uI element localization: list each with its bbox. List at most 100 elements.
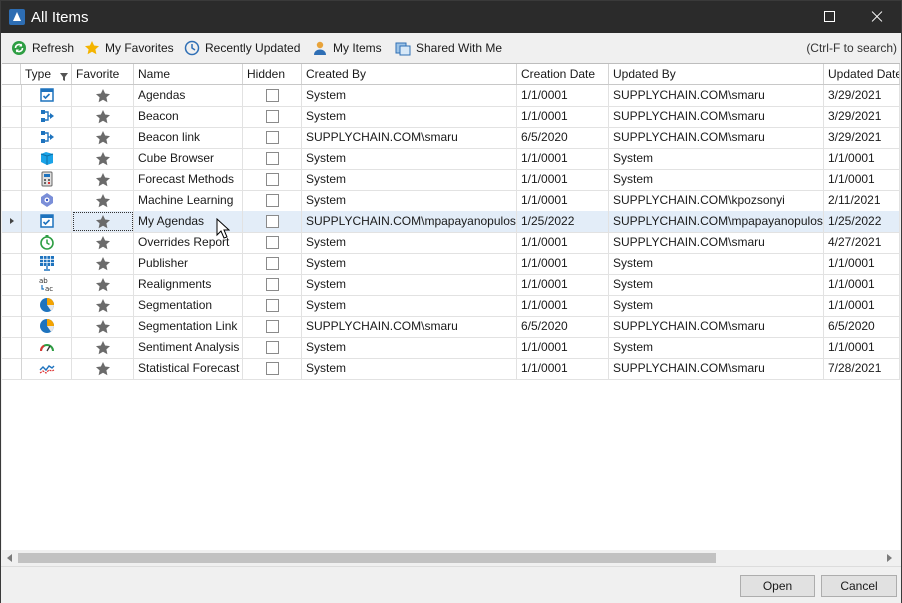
favorite-star-icon[interactable]	[72, 190, 134, 211]
horizontal-scrollbar[interactable]	[2, 550, 900, 565]
type-cell[interactable]	[21, 316, 72, 337]
row-header[interactable]	[2, 190, 22, 211]
creation-date-cell[interactable]: 6/5/2020	[517, 127, 609, 148]
updated-by-cell[interactable]: SUPPLYCHAIN.COM\smaru	[609, 85, 824, 106]
favorite-star-icon[interactable]	[72, 337, 134, 358]
created-by-cell[interactable]: System	[302, 85, 517, 106]
column-header-name[interactable]: Name	[134, 64, 243, 84]
recently-updated-button[interactable]: Recently Updated	[184, 40, 300, 56]
table-row[interactable]: Beacon System 1/1/0001 SUPPLYCHAIN.COM\smar…	[2, 106, 900, 128]
type-cell[interactable]: ab ac	[21, 274, 72, 295]
refresh-button[interactable]: Refresh	[11, 40, 74, 56]
row-header[interactable]	[2, 85, 22, 106]
favorite-star-icon[interactable]	[72, 358, 134, 379]
column-header-hidden[interactable]: Hidden	[243, 64, 302, 84]
hidden-cell[interactable]	[243, 85, 302, 106]
created-by-cell[interactable]: System	[302, 190, 517, 211]
hidden-checkbox[interactable]	[266, 152, 279, 165]
name-cell[interactable]: Sentiment Analysis	[134, 337, 243, 358]
type-cell[interactable]	[21, 211, 72, 232]
creation-date-cell[interactable]: 1/1/0001	[517, 232, 609, 253]
type-cell[interactable]	[21, 295, 72, 316]
type-cell[interactable]	[21, 148, 72, 169]
favorite-star-icon[interactable]	[72, 274, 134, 295]
updated-date-cell[interactable]: 1/1/0001	[824, 253, 900, 274]
favorite-star-icon[interactable]	[72, 85, 134, 106]
updated-by-cell[interactable]: System	[609, 295, 824, 316]
name-cell[interactable]: Beacon	[134, 106, 243, 127]
hidden-cell[interactable]	[243, 211, 302, 232]
hidden-cell[interactable]	[243, 127, 302, 148]
created-by-cell[interactable]: System	[302, 358, 517, 379]
type-cell[interactable]	[21, 127, 72, 148]
column-header-updated-date[interactable]: Updated Date	[824, 64, 900, 84]
scroll-left-icon[interactable]	[7, 554, 12, 562]
favorite-star-icon[interactable]	[72, 295, 134, 316]
column-header-type[interactable]: Type	[21, 64, 72, 84]
name-cell[interactable]: Realignments	[134, 274, 243, 295]
created-by-cell[interactable]: SUPPLYCHAIN.COM\smaru	[302, 127, 517, 148]
hidden-cell[interactable]	[243, 169, 302, 190]
updated-date-cell[interactable]: 1/1/0001	[824, 169, 900, 190]
favorite-star-icon[interactable]	[72, 211, 134, 232]
creation-date-cell[interactable]: 1/1/0001	[517, 253, 609, 274]
row-header[interactable]	[2, 127, 22, 148]
updated-by-cell[interactable]: System	[609, 253, 824, 274]
hidden-checkbox[interactable]	[266, 299, 279, 312]
created-by-cell[interactable]: SUPPLYCHAIN.COM\mpapayanopulos	[302, 211, 517, 232]
name-cell[interactable]: Publisher	[134, 253, 243, 274]
row-header[interactable]	[2, 169, 22, 190]
table-row[interactable]: My Agendas SUPPLYCHAIN.COM\mpapayanopulos…	[2, 211, 900, 233]
table-row[interactable]: Overrides Report System 1/1/0001 SUPPLYCHAI…	[2, 232, 900, 254]
table-row[interactable]: Publisher System 1/1/0001 System 1/1/0001	[2, 253, 900, 275]
hidden-checkbox[interactable]	[266, 110, 279, 123]
row-header[interactable]	[2, 337, 22, 358]
creation-date-cell[interactable]: 1/1/0001	[517, 169, 609, 190]
updated-date-cell[interactable]: 1/1/0001	[824, 337, 900, 358]
type-cell[interactable]	[21, 337, 72, 358]
hidden-cell[interactable]	[243, 358, 302, 379]
cancel-button[interactable]: Cancel	[821, 575, 897, 597]
updated-date-cell[interactable]: 3/29/2021	[824, 127, 900, 148]
hidden-cell[interactable]	[243, 190, 302, 211]
creation-date-cell[interactable]: 6/5/2020	[517, 316, 609, 337]
table-row[interactable]: Agendas System 1/1/0001 SUPPLYCHAIN.COM\sma…	[2, 85, 900, 107]
created-by-cell[interactable]: System	[302, 295, 517, 316]
updated-by-cell[interactable]: SUPPLYCHAIN.COM\kpozsonyi	[609, 190, 824, 211]
hidden-checkbox[interactable]	[266, 131, 279, 144]
hidden-checkbox[interactable]	[266, 89, 279, 102]
table-row[interactable]: Segmentation Link SUPPLYCHAIN.COM\smaru 6/…	[2, 316, 900, 338]
hidden-checkbox[interactable]	[266, 215, 279, 228]
hidden-cell[interactable]	[243, 274, 302, 295]
updated-by-cell[interactable]: SUPPLYCHAIN.COM\smaru	[609, 232, 824, 253]
type-cell[interactable]	[21, 85, 72, 106]
table-row[interactable]: Machine Learning System 1/1/0001 SUPPLYCHAI…	[2, 190, 900, 212]
table-row[interactable]: ab ac Realignments System 1/1/0001 System 1/1/…	[2, 274, 900, 296]
hidden-checkbox[interactable]	[266, 278, 279, 291]
table-row[interactable]: Beacon link SUPPLYCHAIN.COM\smaru 6/5/2020…	[2, 127, 900, 149]
name-cell[interactable]: Beacon link	[134, 127, 243, 148]
updated-by-cell[interactable]: SUPPLYCHAIN.COM\smaru	[609, 106, 824, 127]
updated-date-cell[interactable]: 1/25/2022	[824, 211, 900, 232]
hidden-cell[interactable]	[243, 295, 302, 316]
favorite-star-icon[interactable]	[72, 127, 134, 148]
row-header[interactable]	[2, 232, 22, 253]
updated-date-cell[interactable]: 1/1/0001	[824, 274, 900, 295]
row-header[interactable]	[2, 253, 22, 274]
created-by-cell[interactable]: System	[302, 274, 517, 295]
updated-date-cell[interactable]: 4/27/2021	[824, 232, 900, 253]
hidden-checkbox[interactable]	[266, 341, 279, 354]
name-cell[interactable]: Statistical Forecast	[134, 358, 243, 379]
name-cell[interactable]: Agendas	[134, 85, 243, 106]
hidden-cell[interactable]	[243, 316, 302, 337]
table-row[interactable]: Forecast Methods System 1/1/0001 System 1/1/…	[2, 169, 900, 191]
open-button[interactable]: Open	[740, 575, 815, 597]
scroll-right-icon[interactable]	[887, 554, 892, 562]
hidden-cell[interactable]	[243, 232, 302, 253]
row-header[interactable]	[2, 148, 22, 169]
updated-date-cell[interactable]: 6/5/2020	[824, 316, 900, 337]
hidden-checkbox[interactable]	[266, 236, 279, 249]
updated-by-cell[interactable]: System	[609, 274, 824, 295]
created-by-cell[interactable]: System	[302, 106, 517, 127]
hidden-checkbox[interactable]	[266, 257, 279, 270]
